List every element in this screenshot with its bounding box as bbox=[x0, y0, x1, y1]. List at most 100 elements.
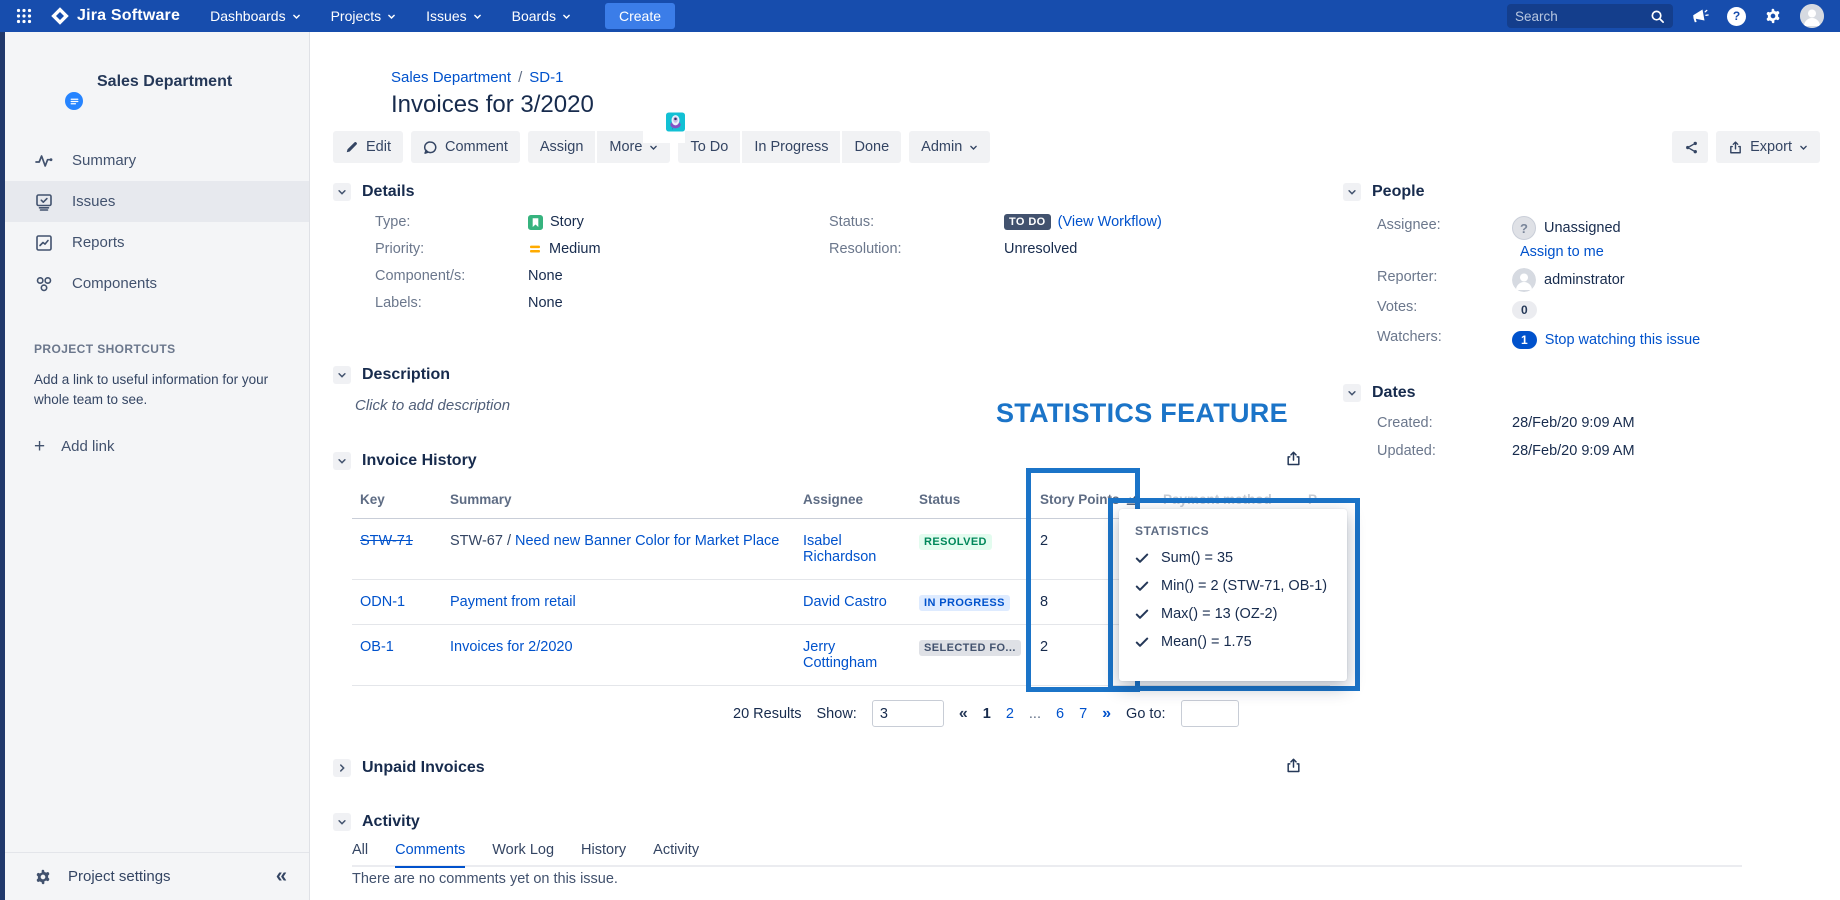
assignee-link[interactable]: Isabel Richardson bbox=[803, 533, 876, 565]
share-button[interactable] bbox=[1672, 131, 1708, 163]
app-switcher-icon[interactable] bbox=[0, 8, 42, 24]
collapse-activity-icon[interactable] bbox=[333, 813, 351, 831]
priority-value: Medium bbox=[549, 241, 601, 257]
column-summary[interactable]: Summary bbox=[442, 486, 795, 519]
add-link-label: Add link bbox=[61, 438, 114, 455]
jira-logo-icon bbox=[50, 6, 70, 26]
assign-to-me-link[interactable]: Assign to me bbox=[1520, 244, 1604, 260]
admin-button[interactable]: Admin bbox=[909, 131, 990, 163]
summary-link[interactable]: Need new Banner Color for Market Place bbox=[515, 533, 779, 549]
assignee-value: Unassigned bbox=[1544, 220, 1621, 236]
dates-title: Dates bbox=[1372, 384, 1416, 402]
tab-history[interactable]: History bbox=[581, 842, 626, 866]
collapse-details-icon[interactable] bbox=[333, 183, 351, 201]
page-2[interactable]: 2 bbox=[1006, 706, 1014, 722]
stat-sum[interactable]: Sum() = 35 bbox=[1135, 550, 1333, 566]
stop-watching-link[interactable]: Stop watching this issue bbox=[1545, 332, 1701, 348]
watchers-badge[interactable]: 1 bbox=[1512, 331, 1537, 349]
breadcrumb-issue-link[interactable]: SD-1 bbox=[529, 69, 563, 86]
assignee-link[interactable]: Jerry Cottingham bbox=[803, 639, 877, 671]
issue-key-link[interactable]: STW-71 bbox=[360, 533, 413, 549]
goto-label: Go to: bbox=[1126, 706, 1166, 722]
collapse-invoice-history-icon[interactable] bbox=[333, 452, 351, 470]
stat-max[interactable]: Max() = 13 (OZ-2) bbox=[1135, 606, 1333, 622]
no-comments-text: There are no comments yet on this issue. bbox=[352, 871, 1333, 887]
chevron-down-icon bbox=[292, 12, 301, 21]
summary-link[interactable]: Payment from retail bbox=[450, 594, 576, 610]
reports-chart-icon bbox=[34, 233, 54, 253]
collapse-sidebar-icon[interactable]: « bbox=[276, 865, 287, 888]
view-workflow-link[interactable]: (View Workflow) bbox=[1058, 214, 1162, 230]
page-ellipsis: ... bbox=[1029, 706, 1041, 722]
stat-mean[interactable]: Mean() = 1.75 bbox=[1135, 634, 1333, 650]
sidebar-item-components[interactable]: Components bbox=[5, 263, 309, 304]
sidebar-item-reports[interactable]: Reports bbox=[5, 222, 309, 263]
tab-work-log[interactable]: Work Log bbox=[492, 842, 554, 866]
column-key[interactable]: Key bbox=[352, 486, 442, 519]
watchers-label: Watchers: bbox=[1377, 326, 1512, 345]
project-settings-label[interactable]: Project settings bbox=[68, 868, 171, 885]
status-badge: SELECTED FO... bbox=[919, 640, 1021, 656]
page-7[interactable]: 7 bbox=[1079, 706, 1087, 722]
page-1[interactable]: 1 bbox=[983, 706, 991, 722]
tab-all[interactable]: All bbox=[352, 842, 368, 866]
sidebar-item-summary[interactable]: Summary bbox=[5, 140, 309, 181]
edit-button[interactable]: Edit bbox=[333, 131, 403, 163]
export-panel-icon[interactable] bbox=[1285, 450, 1302, 467]
issue-key-link[interactable]: ODN-1 bbox=[360, 594, 405, 610]
summary-link[interactable]: Invoices for 2/2020 bbox=[450, 639, 573, 655]
nav-issues[interactable]: Issues bbox=[426, 8, 481, 24]
nav-boards[interactable]: Boards bbox=[512, 8, 571, 24]
jira-logo[interactable]: Jira Software bbox=[50, 6, 180, 26]
tab-activity[interactable]: Activity bbox=[653, 842, 699, 866]
workflow-todo-button[interactable]: To Do bbox=[678, 131, 740, 163]
comment-button[interactable]: Comment bbox=[411, 131, 520, 163]
previous-page-icon[interactable]: « bbox=[959, 705, 968, 723]
collapse-description-icon[interactable] bbox=[333, 366, 351, 384]
create-button[interactable]: Create bbox=[605, 3, 675, 29]
search-icon bbox=[1650, 9, 1665, 24]
goto-page-input[interactable] bbox=[1181, 700, 1239, 727]
announcements-icon[interactable] bbox=[1691, 7, 1709, 25]
tab-comments[interactable]: Comments bbox=[395, 842, 465, 868]
expand-unpaid-invoices-icon[interactable] bbox=[333, 759, 351, 777]
project-avatar[interactable] bbox=[29, 56, 81, 108]
add-link-button[interactable]: + Add link bbox=[34, 437, 309, 456]
column-status[interactable]: Status bbox=[911, 486, 1032, 519]
labels-value: None bbox=[528, 295, 563, 311]
updated-value: 28/Feb/20 9:09 AM bbox=[1512, 443, 1635, 471]
nav-projects[interactable]: Projects bbox=[331, 8, 397, 24]
sidebar-item-issues[interactable]: Issues bbox=[5, 181, 309, 222]
user-avatar[interactable] bbox=[1800, 4, 1824, 28]
collapse-people-icon[interactable] bbox=[1343, 183, 1361, 201]
export-icon bbox=[1728, 140, 1743, 155]
help-icon[interactable]: ? bbox=[1727, 7, 1746, 26]
page-size-input[interactable] bbox=[872, 700, 944, 727]
issue-project-avatar bbox=[333, 69, 375, 111]
collapse-dates-icon[interactable] bbox=[1343, 384, 1361, 402]
chevron-down-icon bbox=[649, 143, 658, 152]
page-6[interactable]: 6 bbox=[1056, 706, 1064, 722]
search-input[interactable] bbox=[1515, 9, 1644, 24]
assign-button[interactable]: Assign bbox=[528, 131, 596, 163]
priority-label: Priority: bbox=[375, 241, 528, 257]
workflow-in-progress-button[interactable]: In Progress bbox=[742, 131, 840, 163]
nav-dashboards[interactable]: Dashboards bbox=[210, 8, 301, 24]
description-title: Description bbox=[362, 366, 450, 384]
export-button[interactable]: Export bbox=[1716, 131, 1820, 163]
column-assignee[interactable]: Assignee bbox=[795, 486, 911, 519]
stat-min[interactable]: Min() = 2 (STW-71, OB-1) bbox=[1135, 578, 1333, 594]
statistics-chart-icon[interactable] bbox=[1126, 493, 1139, 506]
issue-key-link[interactable]: OB-1 bbox=[360, 639, 394, 655]
settings-gear-icon[interactable] bbox=[1764, 7, 1782, 25]
next-page-icon[interactable]: » bbox=[1102, 705, 1111, 723]
check-icon bbox=[1135, 579, 1149, 593]
votes-badge[interactable]: 0 bbox=[1512, 301, 1537, 319]
export-panel-icon[interactable] bbox=[1285, 757, 1302, 774]
workflow-done-button[interactable]: Done bbox=[842, 131, 901, 163]
assignee-link[interactable]: David Castro bbox=[803, 594, 887, 610]
breadcrumb-project-link[interactable]: Sales Department bbox=[391, 69, 511, 86]
navbar-search[interactable] bbox=[1507, 4, 1673, 28]
status-label: Status: bbox=[829, 214, 1004, 230]
chevron-down-icon bbox=[562, 12, 571, 21]
